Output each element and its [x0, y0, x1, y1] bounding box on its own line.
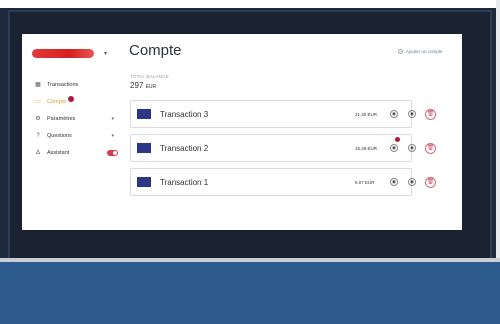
wallet-icon: ▭ — [35, 99, 41, 105]
plus-icon: + — [398, 49, 403, 54]
sidebar-menu: ▦ Transactions ▭ Compte ⚙ Paramètres ▾ ?… — [34, 76, 120, 161]
delete-icon[interactable]: 🗑 — [425, 108, 436, 120]
sidebar-item-label: Compte — [47, 98, 67, 105]
settings-icon[interactable]: ◉ — [408, 144, 416, 152]
sidebar-item-compte[interactable]: ▭ Compte — [34, 93, 120, 110]
assistant-icon: Δ — [35, 149, 40, 156]
delete-icon[interactable]: 🗑 — [425, 176, 436, 188]
sidebar-item-label: Transactions — [47, 81, 79, 88]
chevron-down-icon: ▾ — [111, 115, 114, 122]
transaction-name: Transaction 3 — [160, 109, 209, 119]
view-icon[interactable]: ◉ — [390, 178, 398, 186]
transaction-swatch — [137, 143, 151, 153]
top-bezel — [0, 0, 500, 8]
add-account-link[interactable]: + Ajouter un compte — [398, 49, 443, 54]
chevron-down-icon: ▾ — [111, 132, 114, 139]
balance-amount: 297 — [130, 81, 144, 90]
balance-value: 297 EUR — [130, 81, 156, 90]
right-edge — [496, 0, 500, 262]
transaction-amount: 15.29 EUR — [355, 145, 378, 151]
delete-icon[interactable]: 🗑 — [425, 142, 436, 154]
notification-badge — [68, 96, 75, 102]
grid-icon: ▦ — [35, 82, 41, 88]
add-account-label: Ajouter un compte — [406, 49, 443, 54]
transaction-list: Transaction 3 21.30 EUR ◉ ◉ 🗑 Transactio… — [130, 100, 436, 202]
transaction-swatch — [137, 177, 151, 187]
transaction-card[interactable]: Transaction 3 21.30 EUR ◉ ◉ 🗑 — [130, 100, 436, 128]
desk-background — [0, 262, 500, 324]
sidebar-item-label: Questions — [47, 132, 72, 139]
help-icon: ? — [36, 132, 40, 139]
gear-icon: ⚙ — [35, 116, 41, 122]
transaction-amount: 21.30 EUR — [355, 111, 378, 117]
transaction-card[interactable]: Transaction 1 6.07 EUR ◉ ◉ 🗑 — [130, 168, 436, 196]
sidebar-item-questions[interactable]: ? Questions ▾ — [34, 127, 120, 144]
transaction-name: Transaction 1 — [160, 177, 209, 187]
view-icon[interactable]: ◉ — [390, 110, 398, 118]
sidebar: ▾ ▦ Transactions ▭ Compte ⚙ Paramètres ▾… — [22, 34, 122, 230]
sidebar-item-transactions[interactable]: ▦ Transactions — [34, 76, 120, 93]
settings-icon[interactable]: ◉ — [408, 178, 416, 186]
transaction-name: Transaction 2 — [160, 143, 209, 153]
page-title: Compte — [129, 42, 182, 59]
transaction-amount: 6.07 EUR — [355, 179, 375, 185]
chevron-down-icon: ▾ — [104, 50, 108, 57]
assistant-toggle[interactable] — [107, 149, 118, 156]
sidebar-item-parametres[interactable]: ⚙ Paramètres ▾ — [34, 110, 120, 127]
sidebar-item-label: Assistant — [47, 149, 70, 156]
app-window: ▾ ▦ Transactions ▭ Compte ⚙ Paramètres ▾… — [22, 34, 462, 230]
settings-icon[interactable]: ◉ — [408, 110, 416, 118]
balance-label: TOTAL BALANCE — [130, 74, 169, 79]
transaction-swatch — [137, 109, 151, 119]
sidebar-item-assistant[interactable]: Δ Assistant — [34, 144, 120, 161]
view-icon[interactable]: ◉ — [390, 144, 398, 152]
notification-badge — [395, 137, 400, 142]
user-selector[interactable]: ▾ — [32, 46, 112, 60]
balance-currency: EUR — [145, 84, 157, 90]
sidebar-item-label: Paramètres — [47, 115, 76, 122]
transaction-card[interactable]: Transaction 2 15.29 EUR ◉ ◉ 🗑 — [130, 134, 436, 162]
redacted-username — [32, 48, 94, 58]
